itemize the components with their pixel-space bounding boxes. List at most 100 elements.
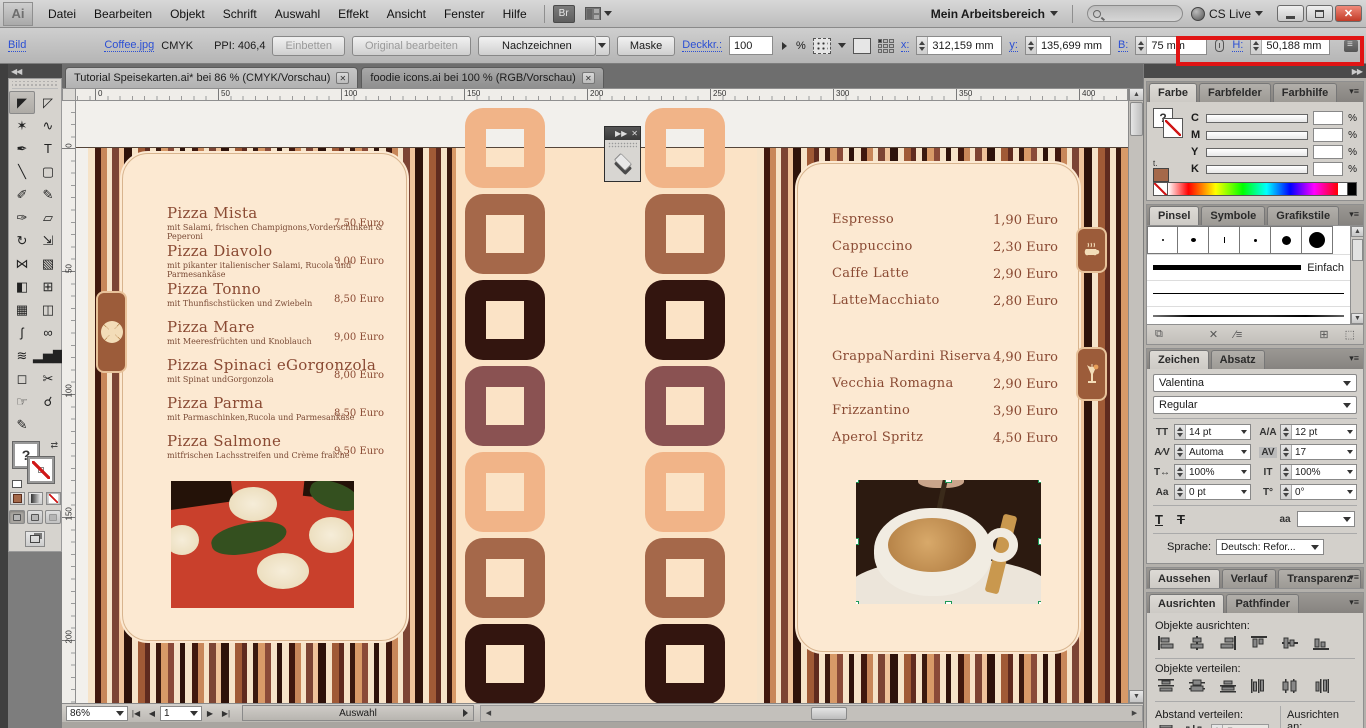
pizza-photo[interactable] — [171, 481, 354, 608]
align-bottom-button[interactable] — [1310, 634, 1332, 652]
draw-behind-mode[interactable] — [27, 510, 43, 524]
shape-builder-tool[interactable]: ◧ — [9, 275, 35, 298]
delete-brush-icon[interactable]: ⬚ — [1345, 328, 1355, 341]
deckkraft-input[interactable]: 100 — [729, 36, 773, 55]
panel-tab[interactable]: Farbfelder — [1199, 83, 1271, 102]
panel-collapse-icon[interactable] — [1344, 40, 1358, 52]
horizontal-scrollbar[interactable]: ◀ ▶ — [480, 705, 1143, 722]
panel-tab[interactable]: Symbole — [1201, 206, 1265, 225]
scrollbar-thumb[interactable] — [1352, 239, 1363, 261]
selection-tool[interactable]: ◤ — [9, 91, 35, 114]
dist-hcenter-button[interactable] — [1279, 677, 1301, 695]
panel-grip[interactable] — [12, 81, 58, 89]
next-artboard-button[interactable]: ▶ — [202, 706, 218, 721]
mesh-tool[interactable]: ▦ — [9, 298, 35, 321]
panel-tab[interactable]: Pinsel — [1149, 206, 1199, 225]
spinner[interactable] — [1251, 37, 1262, 54]
free-transform-icon[interactable] — [853, 38, 871, 54]
panel-tab[interactable]: Grafikstile — [1267, 206, 1339, 225]
workspace-switcher[interactable]: Mein Arbeitsbereich — [931, 7, 1058, 21]
channel-slider[interactable] — [1206, 114, 1308, 123]
dist-top-button[interactable] — [1155, 677, 1177, 695]
gradient-tool[interactable]: ◫ — [35, 298, 61, 321]
new-brush-icon[interactable]: ⊞ — [1319, 328, 1328, 341]
selection-handle[interactable] — [856, 480, 859, 483]
last-artboard-button[interactable]: ▶| — [218, 706, 234, 721]
menu-item[interactable]: Objekt — [161, 3, 214, 25]
none-swatch[interactable] — [1154, 183, 1168, 195]
align-left-button[interactable] — [1155, 634, 1177, 652]
draw-inside-mode[interactable] — [45, 510, 61, 524]
brush-stroke-charcoal[interactable] — [1147, 306, 1350, 324]
last-color-swatch[interactable] — [1153, 168, 1169, 182]
panel-tab[interactable]: Absatz — [1211, 350, 1265, 369]
minimize-button[interactable] — [1277, 5, 1304, 22]
reference-point-locator[interactable] — [878, 39, 894, 53]
vertical-scale-field[interactable]: IT 100% — [1259, 464, 1357, 480]
magic-wand-tool[interactable]: ✶ — [9, 114, 35, 137]
document-tab[interactable]: foodie icons.ai bei 100 % (RGB/Vorschau)… — [361, 67, 603, 88]
search-input[interactable] — [1087, 5, 1183, 22]
menu-item[interactable]: Bearbeiten — [85, 3, 161, 25]
menu-item[interactable]: Auswahl — [266, 3, 329, 25]
brush-swatch[interactable] — [1271, 226, 1302, 254]
close-icon[interactable]: ✕ — [582, 72, 595, 84]
height-input[interactable]: 50,188 mm — [1250, 36, 1330, 55]
selection-handle[interactable] — [945, 601, 952, 604]
cs-live-button[interactable]: CS Live — [1191, 7, 1263, 21]
artboard-tool[interactable]: ◻ — [9, 367, 35, 390]
underline-button[interactable]: T — [1155, 512, 1163, 527]
vspace-button[interactable] — [1155, 723, 1177, 728]
panel-menu-icon[interactable]: ▾≡ — [1349, 353, 1359, 364]
chevron-down-icon[interactable] — [838, 43, 846, 48]
selection-handle[interactable] — [1038, 480, 1041, 483]
menu-card-left[interactable]: Pizza Mista mit Salami, frischen Champig… — [122, 153, 407, 641]
panel-tab[interactable]: Ausrichten — [1149, 594, 1224, 613]
bild-link[interactable]: Bild — [8, 39, 26, 52]
close-icon[interactable]: ✕ — [336, 72, 349, 84]
canvas-viewport[interactable]: Pizza Mista mit Salami, frischen Champig… — [76, 101, 1128, 703]
hspace-button[interactable] — [1183, 723, 1205, 728]
screen-mode-button[interactable] — [25, 531, 45, 547]
channel-slider[interactable] — [1206, 165, 1308, 174]
restore-button[interactable] — [1306, 5, 1333, 22]
link-dimensions-icon[interactable] — [1215, 39, 1224, 52]
menu-item[interactable]: Hilfe — [494, 3, 536, 25]
selection-handle[interactable] — [856, 601, 859, 604]
scrollbar-thumb[interactable] — [1130, 102, 1143, 136]
spinner[interactable] — [1136, 37, 1147, 54]
brush-stroke-simple[interactable]: Einfach — [1147, 254, 1350, 280]
pencil-tool[interactable]: ✎ — [35, 183, 61, 206]
tracking-field[interactable]: AV 17 — [1259, 444, 1357, 460]
vertical-scrollbar[interactable]: ▲ ▼ — [1128, 88, 1143, 703]
original-bearbeiten-button[interactable]: Original bearbeiten — [352, 36, 471, 56]
panel-tab[interactable]: Pathfinder — [1226, 594, 1298, 613]
dock-collapse-button[interactable]: ▶▶ — [1144, 64, 1366, 78]
scrollbar-thumb[interactable] — [811, 707, 847, 720]
selection-handle[interactable] — [945, 480, 952, 483]
lasso-tool[interactable]: ∿ — [35, 114, 61, 137]
width-tool[interactable]: ⋈ — [9, 252, 35, 275]
anti-alias-field[interactable]: aa — [1276, 511, 1355, 527]
blob-brush-tool[interactable]: ✑ — [9, 206, 35, 229]
deckkraft-link[interactable]: Deckkr.: — [682, 39, 722, 52]
free-transform-tool[interactable]: ▧ — [35, 252, 61, 275]
zoom-tool[interactable]: ☌ — [35, 390, 61, 413]
scroll-up-icon[interactable]: ▲ — [1129, 88, 1144, 101]
spinner[interactable] — [1026, 37, 1037, 54]
white-black-swatches[interactable] — [1338, 183, 1356, 195]
panel-grip[interactable] — [608, 142, 637, 148]
dock-collapse-button[interactable]: ◀◀ — [8, 64, 62, 78]
x-link[interactable]: x: — [901, 39, 910, 52]
close-button[interactable]: ✕ — [1335, 5, 1362, 22]
dist-vcenter-button[interactable] — [1186, 677, 1208, 695]
selection-handle[interactable] — [1038, 601, 1041, 604]
channel-value-input[interactable] — [1313, 162, 1343, 176]
artboard-number-select[interactable]: 1 — [160, 706, 202, 721]
menu-item[interactable]: Schrift — [214, 3, 266, 25]
symbol-sprayer-tool[interactable]: ≋ — [9, 344, 35, 367]
panel-menu-icon[interactable]: ▾≡ — [1349, 597, 1359, 608]
font-size-field[interactable]: TT 14 pt — [1153, 424, 1251, 440]
remove-brush-stroke-icon[interactable]: ✕ — [1209, 328, 1218, 341]
menu-item[interactable]: Effekt — [329, 3, 377, 25]
